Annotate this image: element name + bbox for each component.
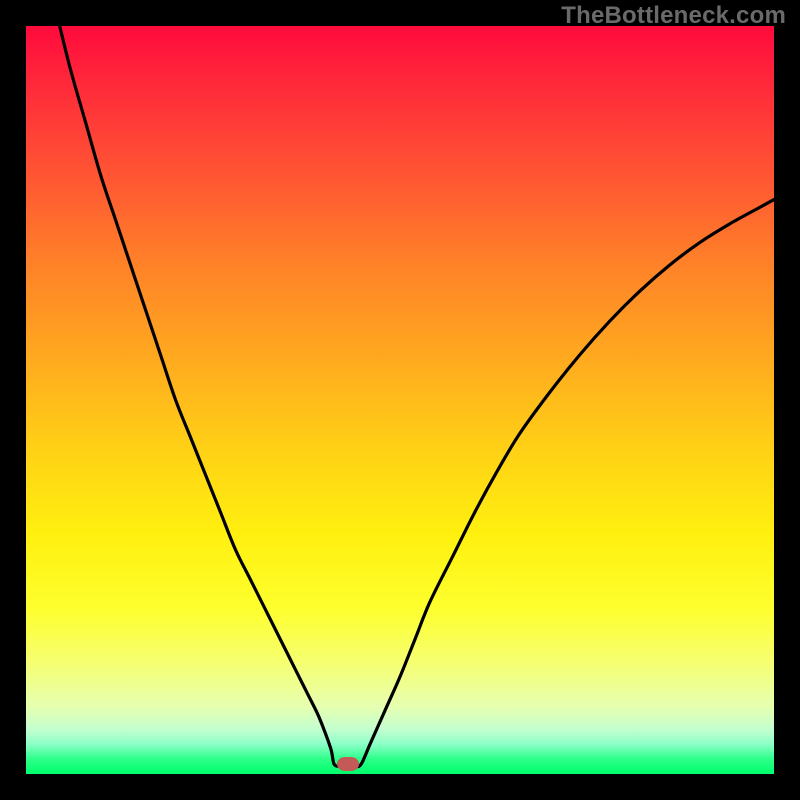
chart-frame: TheBottleneck.com	[0, 0, 800, 800]
optimum-marker	[337, 757, 359, 771]
watermark-text: TheBottleneck.com	[561, 2, 786, 30]
bottleneck-curve	[26, 26, 774, 774]
plot-area	[26, 26, 774, 774]
